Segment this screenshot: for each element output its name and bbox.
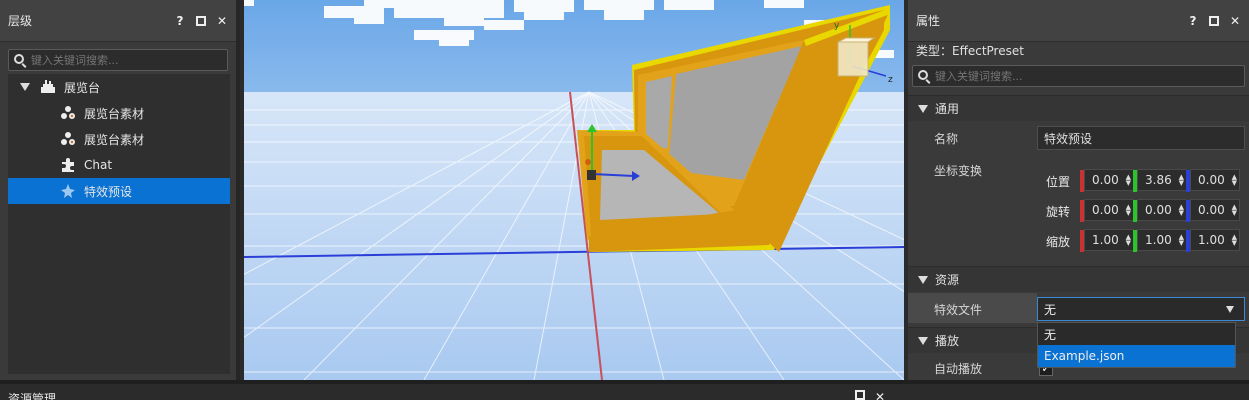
spinner-icon: ▲ ▼	[1125, 203, 1131, 217]
close-icon[interactable]: ✕	[216, 14, 228, 28]
rotation-x-field[interactable]: 0.00 ▲ ▼	[1080, 199, 1134, 222]
material-icon	[60, 131, 76, 147]
spinner-icon: ▲ ▼	[1231, 173, 1237, 187]
rotation-label: 旋转	[1046, 205, 1071, 219]
collapse-arrow-icon[interactable]	[918, 104, 928, 113]
tree-item-label: Chat	[84, 158, 113, 172]
section-resources-label: 资源	[935, 273, 960, 287]
effect-file-selected: 无	[1044, 302, 1057, 317]
section-general[interactable]: 通用	[908, 95, 1249, 121]
spinner-icon: ▲ ▼	[1231, 233, 1237, 247]
properties-title: 属性	[916, 14, 941, 28]
collapse-arrow-icon[interactable]	[918, 336, 928, 345]
scale-z-field[interactable]: 1.00 ▲ ▼	[1186, 229, 1240, 252]
hierarchy-tree: 展览台 展览台素材 展览台素材 Chat 特效预设	[8, 74, 230, 374]
scale-label: 缩放	[1046, 235, 1071, 249]
spinner-icon: ▲ ▼	[1125, 173, 1131, 187]
spinner-icon: ▲ ▼	[1178, 203, 1184, 217]
tree-item-label: 特效预设	[84, 184, 133, 199]
properties-search-input[interactable]	[935, 69, 1244, 83]
transform-label: 坐标变换	[934, 164, 983, 178]
help-button[interactable]: ?	[174, 14, 186, 28]
expand-arrow-icon[interactable]	[20, 83, 30, 91]
position-z-field[interactable]: 0.00 ▲ ▼	[1186, 169, 1240, 192]
tree-item-label: 展览台素材	[84, 106, 145, 121]
gizmo-z-label: z	[888, 75, 893, 85]
spinner-icon: ▲ ▼	[1231, 203, 1237, 217]
tree-item-label: 展览台素材	[84, 132, 145, 147]
properties-search[interactable]	[912, 65, 1245, 87]
tree-item-material-2[interactable]: 展览台素材	[8, 126, 230, 152]
hierarchy-title: 层级	[8, 14, 33, 28]
section-playback-label: 播放	[935, 334, 960, 348]
position-label: 位置	[1046, 175, 1071, 189]
help-button[interactable]: ?	[1187, 14, 1199, 28]
effect-icon	[60, 183, 76, 199]
properties-panel: 属性 ? ✕ 类型：EffectPreset 通用 名称 特效预设 坐标变换 位…	[908, 0, 1249, 380]
tree-item-label: 展览台	[64, 80, 101, 95]
spinner-icon: ▲ ▼	[1178, 233, 1184, 247]
scale-y-field[interactable]: 1.00 ▲ ▼	[1133, 229, 1187, 252]
asset-manager-panel: 资源管理 ✕	[0, 380, 1249, 400]
maximize-icon[interactable]	[855, 390, 865, 400]
material-icon	[60, 105, 76, 121]
search-icon	[14, 54, 24, 64]
spinner-icon: ▲ ▼	[1125, 233, 1131, 247]
tree-item-effect-preset[interactable]: 特效预设	[8, 178, 230, 204]
chevron-down-icon[interactable]	[1226, 306, 1234, 313]
maximize-icon[interactable]	[196, 15, 206, 26]
effect-file-options: 无 Example.json	[1037, 322, 1236, 368]
rotation-z-field[interactable]: 0.00 ▲ ▼	[1186, 199, 1240, 222]
search-icon	[918, 70, 928, 80]
tree-item-material-1[interactable]: 展览台素材	[8, 100, 230, 126]
effect-file-dropdown[interactable]: 无	[1037, 297, 1245, 321]
name-field[interactable]: 特效预设	[1037, 126, 1245, 150]
collapse-arrow-icon[interactable]	[918, 275, 928, 284]
asset-manager-title: 资源管理	[8, 392, 57, 400]
puzzle-icon	[60, 157, 76, 173]
autoplay-label: 自动播放	[934, 362, 983, 376]
gizmo-y-label: y	[834, 21, 840, 31]
name-label: 名称	[934, 132, 959, 146]
dropdown-option[interactable]: 无	[1038, 323, 1235, 345]
scale-x-field[interactable]: 1.00 ▲ ▼	[1080, 229, 1134, 252]
close-icon[interactable]: ✕	[875, 390, 885, 400]
section-general-label: 通用	[935, 102, 960, 116]
type-line: 类型：EffectPreset	[916, 44, 1024, 58]
hierarchy-title-bar: 层级 ? ✕	[0, 0, 236, 42]
scene-viewport[interactable]: y z	[244, 0, 904, 380]
tree-item-chat[interactable]: Chat	[8, 152, 230, 178]
display-stand-icon	[40, 79, 56, 95]
hierarchy-panel: 层级 ? ✕ 展览台 展览台素材 展览台素材	[0, 0, 240, 380]
maximize-icon[interactable]	[1209, 15, 1219, 26]
position-x-field[interactable]: 0.00 ▲ ▼	[1080, 169, 1134, 192]
properties-title-bar: 属性 ? ✕	[908, 0, 1249, 42]
spinner-icon: ▲ ▼	[1178, 173, 1184, 187]
hierarchy-search-input[interactable]	[31, 53, 227, 67]
dropdown-option[interactable]: Example.json	[1038, 345, 1235, 367]
section-resources[interactable]: 资源	[908, 266, 1249, 292]
close-icon[interactable]: ✕	[1229, 14, 1241, 28]
tree-item-root[interactable]: 展览台	[8, 74, 230, 100]
hierarchy-search[interactable]	[8, 49, 228, 71]
rotation-y-field[interactable]: 0.00 ▲ ▼	[1133, 199, 1187, 222]
position-y-field[interactable]: 3.86 ▲ ▼	[1133, 169, 1187, 192]
effect-file-label: 特效文件	[934, 303, 983, 317]
scene-render: y z	[244, 0, 904, 380]
